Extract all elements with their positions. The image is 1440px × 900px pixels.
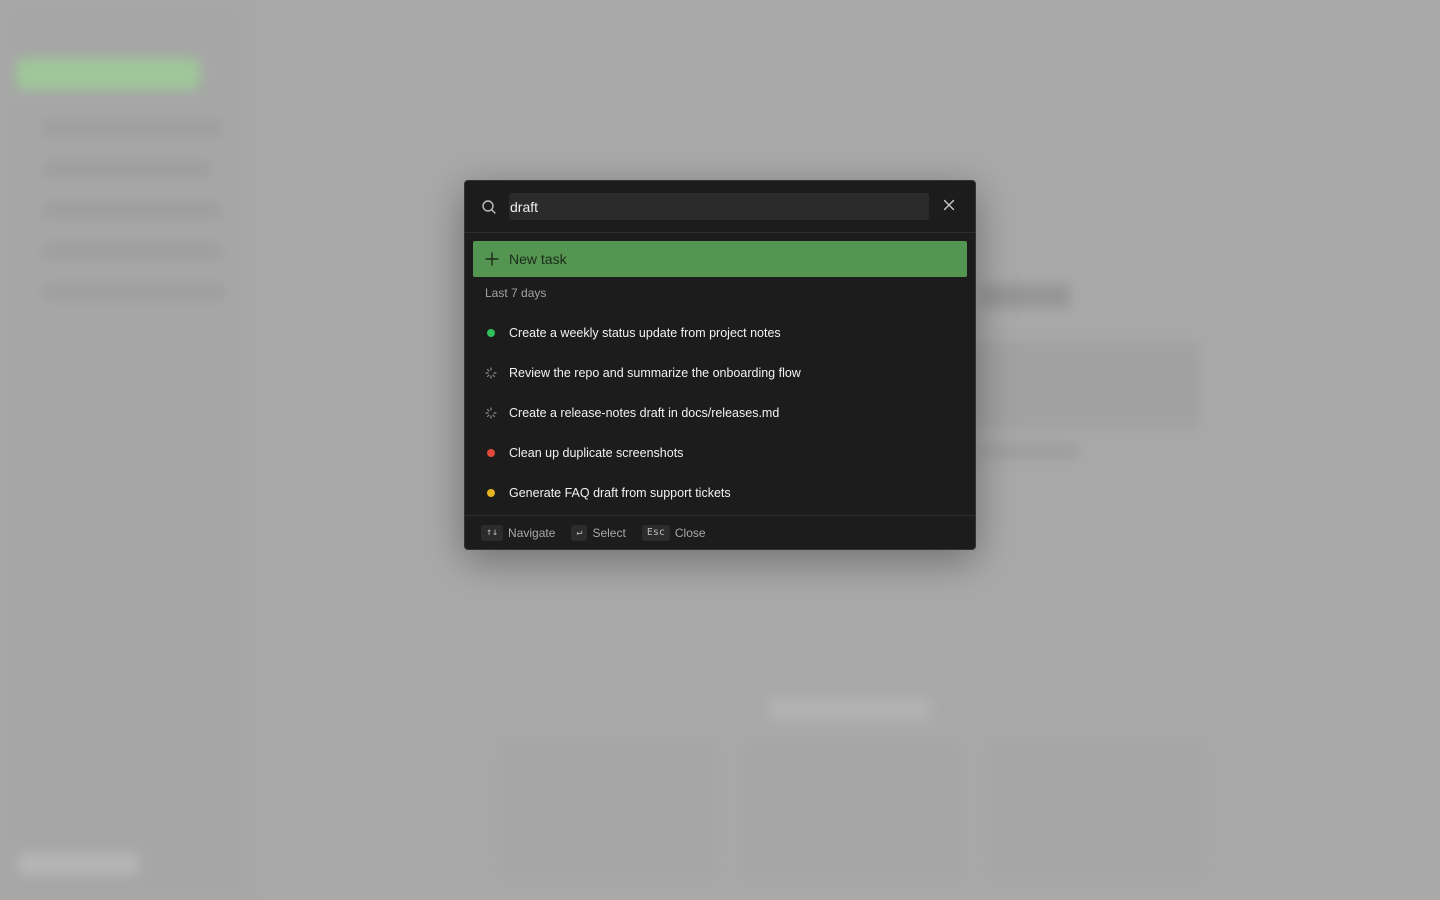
kbd-arrows: ↑↓	[481, 524, 504, 541]
task-title: Review the repo and summarize the onboar…	[509, 366, 801, 380]
spinner-icon	[485, 367, 497, 379]
clear-search-button[interactable]	[939, 197, 959, 217]
status-failed-icon	[485, 447, 497, 459]
task-item[interactable]: Create a weekly status update from proje…	[465, 313, 975, 353]
status-pending-icon	[485, 487, 497, 499]
search-row	[465, 181, 975, 233]
new-task-label: New task	[509, 251, 567, 267]
hint-label: Navigate	[508, 525, 556, 540]
search-icon	[481, 199, 497, 215]
hint-label: Close	[674, 525, 706, 540]
search-input[interactable]	[509, 193, 929, 220]
hint-navigate: ↑↓ Navigate	[481, 524, 556, 541]
new-task-button[interactable]: New task	[473, 241, 967, 277]
hint-close: Esc Close	[641, 524, 706, 541]
task-item[interactable]: Review the repo and summarize the onboar…	[465, 353, 975, 393]
close-icon	[943, 198, 955, 216]
status-done-icon	[485, 327, 497, 339]
kbd-esc: Esc	[641, 524, 670, 541]
hint-label: Select	[592, 525, 626, 540]
spinner-icon	[485, 407, 497, 419]
task-title: Create a release-notes draft in docs/rel…	[509, 406, 780, 420]
kbd-enter: ↵	[571, 524, 588, 541]
keyboard-hints: ↑↓ Navigate ↵ Select Esc Close	[465, 515, 975, 549]
task-title: Generate FAQ draft from support tickets	[509, 486, 731, 500]
task-title: Clean up duplicate screenshots	[509, 446, 684, 460]
task-item[interactable]: Clean up duplicate screenshots	[465, 433, 975, 473]
section-header: Last 7 days	[485, 286, 547, 300]
hint-select: ↵ Select	[571, 524, 626, 541]
task-title: Create a weekly status update from proje…	[509, 326, 781, 340]
command-palette: New task Last 7 days Create a weekly sta…	[464, 180, 976, 550]
task-item[interactable]: Generate FAQ draft from support tickets	[465, 473, 975, 513]
task-list: Create a weekly status update from proje…	[465, 309, 975, 513]
task-item[interactable]: Create a release-notes draft in docs/rel…	[465, 393, 975, 433]
plus-icon	[485, 251, 501, 267]
